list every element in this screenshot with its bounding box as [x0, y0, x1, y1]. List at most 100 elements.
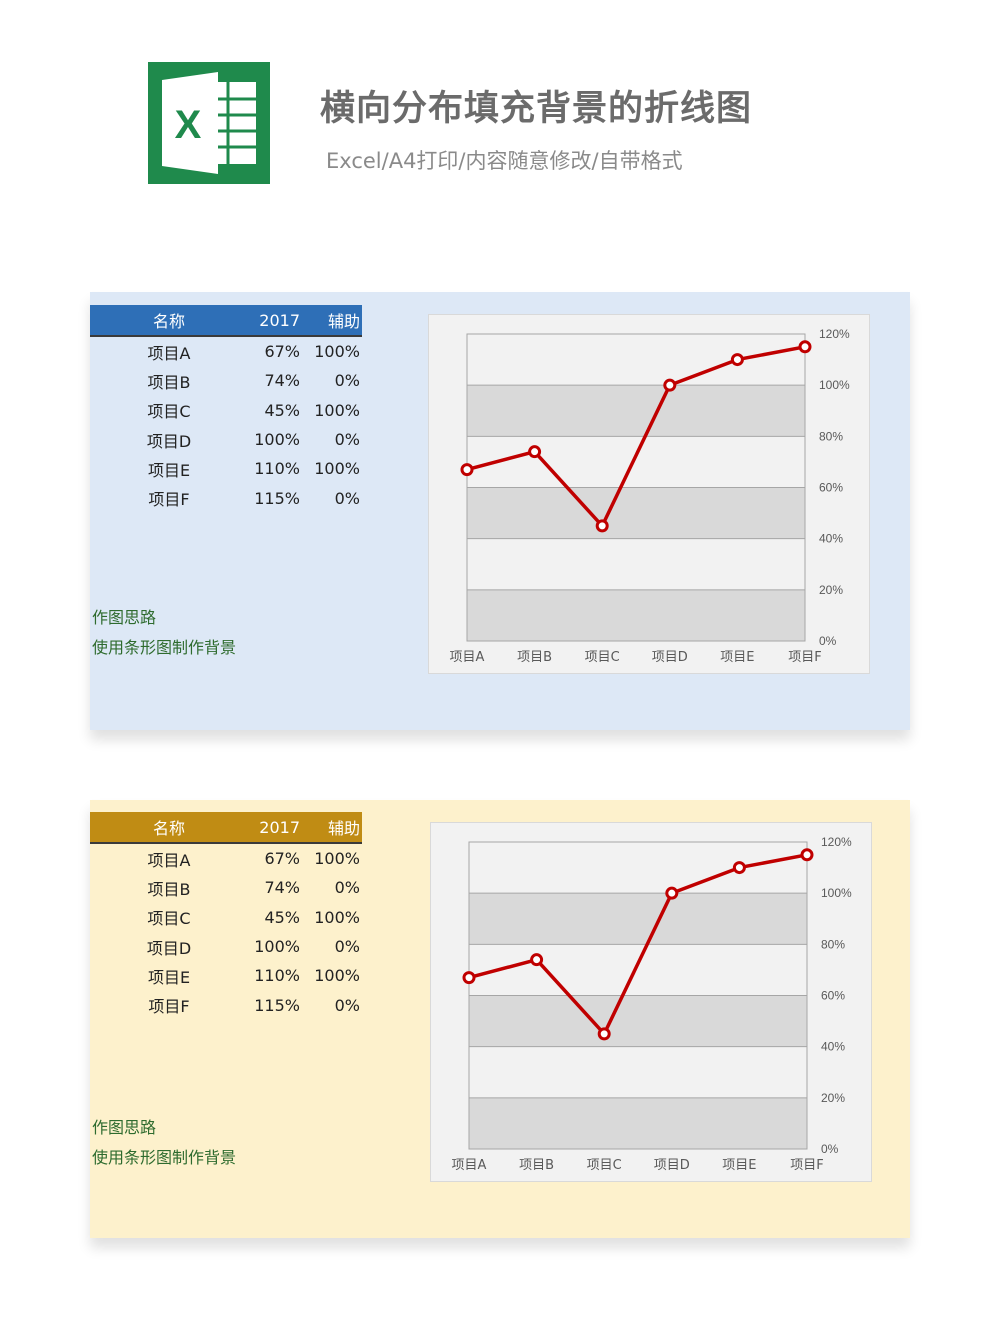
row-name: 项目C [147, 402, 191, 422]
note-title: 作图思路 [92, 1118, 157, 1137]
page-title: 横向分布填充背景的折线图 [320, 89, 753, 129]
data-point [595, 519, 609, 533]
x-tick-label: 项目F [790, 1158, 823, 1173]
page-subtitle: Excel/A4打印/内容随意修改/自带格式 [326, 149, 683, 173]
y-tick-label: 20% [821, 1091, 845, 1105]
row-helper: 0% [334, 371, 360, 391]
data-point [732, 861, 746, 875]
header-year: 2017 [259, 817, 300, 837]
background-band [469, 995, 807, 1047]
table-row: 项目C 45% 100% [90, 903, 362, 932]
table-row: 项目D 100% 0% [90, 932, 362, 961]
data-table: 名称 2017 辅助 项目A 67% 100% 项目B 74% 0% 项目C 45% 100… [90, 812, 362, 1020]
y-tick-label: 120% [821, 835, 852, 849]
table-row: 项目C 45% 100% [90, 396, 362, 425]
row-name: 项目F [148, 490, 190, 510]
header-year: 2017 [259, 310, 300, 330]
background-band [467, 385, 805, 437]
line-chart: 0% 20% 40% 60% 80% 100% 120% 项目A 项目B 项目C 项目D 项目E 项目F [430, 822, 872, 1182]
data-point [798, 340, 812, 354]
svg-text:X: X [175, 103, 202, 147]
line-chart-svg: 0% 20% 40% 60% 80% 100% 120% 项目A 项目B 项目C 项目D 项目E 项目F [452, 835, 852, 1173]
row-value: 74% [264, 371, 300, 391]
y-tick-label: 80% [819, 429, 843, 443]
y-tick-label: 0% [819, 634, 837, 648]
row-name: 项目E [147, 967, 191, 987]
row-name: 项目D [146, 938, 192, 958]
y-tick-label: 40% [821, 1040, 845, 1054]
data-point [460, 463, 474, 477]
data-point [530, 953, 544, 967]
data-point [800, 848, 814, 862]
background-band [467, 436, 805, 488]
table-row: 项目F 115% 0% [90, 483, 362, 512]
row-value: 67% [264, 342, 300, 362]
row-value: 115% [254, 995, 300, 1015]
table-row: 项目E 110% 100% [90, 961, 362, 990]
row-helper: 100% [314, 849, 360, 869]
x-tick-label: 项目A [450, 650, 485, 665]
background-band [467, 589, 805, 641]
y-tick-label: 20% [819, 583, 843, 597]
y-tick-label: 60% [819, 481, 843, 495]
data-point [663, 378, 677, 392]
row-value: 74% [264, 878, 300, 898]
note-text: 使用条形图制作背景 [92, 1148, 237, 1167]
x-tick-label: 项目D [654, 1158, 690, 1173]
background-band [467, 334, 805, 386]
excel-logo-icon: X [148, 62, 270, 184]
header-name: 名称 [152, 312, 185, 331]
blue-chart-panel: 名称 2017 辅助 项目A 67% 100% 项目B 74% 0% 项目C 45% 100… [90, 292, 910, 730]
row-name: 项目A [147, 343, 191, 363]
table-row: 项目A 67% 100% [90, 844, 362, 873]
row-name: 项目B [147, 879, 191, 899]
data-point [665, 886, 679, 900]
x-tick-label: 项目B [517, 650, 552, 665]
x-tick-label: 项目B [519, 1158, 554, 1173]
table-row: 项目E 110% 100% [90, 454, 362, 483]
row-name: 项目C [147, 909, 191, 929]
header-helper: 辅助 [327, 312, 360, 331]
row-value: 100% [254, 430, 300, 450]
row-name: 项目B [147, 372, 191, 392]
row-value: 100% [254, 937, 300, 957]
x-tick-label: 项目A [452, 1158, 487, 1173]
note-title: 作图思路 [92, 608, 157, 627]
y-tick-label: 60% [821, 989, 845, 1003]
header-name: 名称 [152, 819, 185, 838]
note-text: 使用条形图制作背景 [92, 638, 237, 657]
data-table: 名称 2017 辅助 项目A 67% 100% 项目B 74% 0% 项目C 45% 100… [90, 305, 362, 513]
x-tick-label: 项目F [788, 650, 821, 665]
y-tick-label: 80% [821, 937, 845, 951]
row-helper: 100% [314, 459, 360, 479]
row-value: 110% [254, 966, 300, 986]
x-tick-label: 项目C [587, 1158, 622, 1173]
data-point [730, 353, 744, 367]
row-name: 项目F [148, 997, 190, 1017]
y-tick-label: 40% [819, 532, 843, 546]
row-helper: 0% [334, 488, 360, 508]
row-value: 67% [264, 849, 300, 869]
data-point [528, 445, 542, 459]
line-chart-svg: 0% 20% 40% 60% 80% 100% 120% 项目A 项目B 项目C 项目D 项目E 项目F [450, 327, 850, 665]
row-value: 45% [264, 907, 300, 927]
row-helper: 0% [334, 878, 360, 898]
row-helper: 100% [314, 966, 360, 986]
row-helper: 100% [314, 342, 360, 362]
row-helper: 0% [334, 430, 360, 450]
yellow-chart-panel: 名称 2017 辅助 项目A 67% 100% 项目B 74% 0% 项目C 45% 100… [90, 800, 910, 1238]
line-chart: 0% 20% 40% 60% 80% 100% 120% 项目A 项目B 项目C 项目D 项目E 项目F [428, 314, 870, 674]
table-header: 名称 2017 辅助 [90, 812, 362, 844]
row-name: 项目A [147, 850, 191, 870]
row-value: 115% [254, 488, 300, 508]
row-helper: 0% [334, 995, 360, 1015]
table-row: 项目B 74% 0% [90, 873, 362, 902]
x-tick-label: 项目D [652, 650, 688, 665]
table-row: 项目F 115% 0% [90, 990, 362, 1019]
background-band [467, 538, 805, 590]
table-row: 项目B 74% 0% [90, 366, 362, 395]
background-band [469, 842, 807, 894]
row-name: 项目D [146, 431, 192, 451]
x-tick-label: 项目E [720, 650, 754, 665]
y-tick-label: 120% [819, 327, 850, 341]
